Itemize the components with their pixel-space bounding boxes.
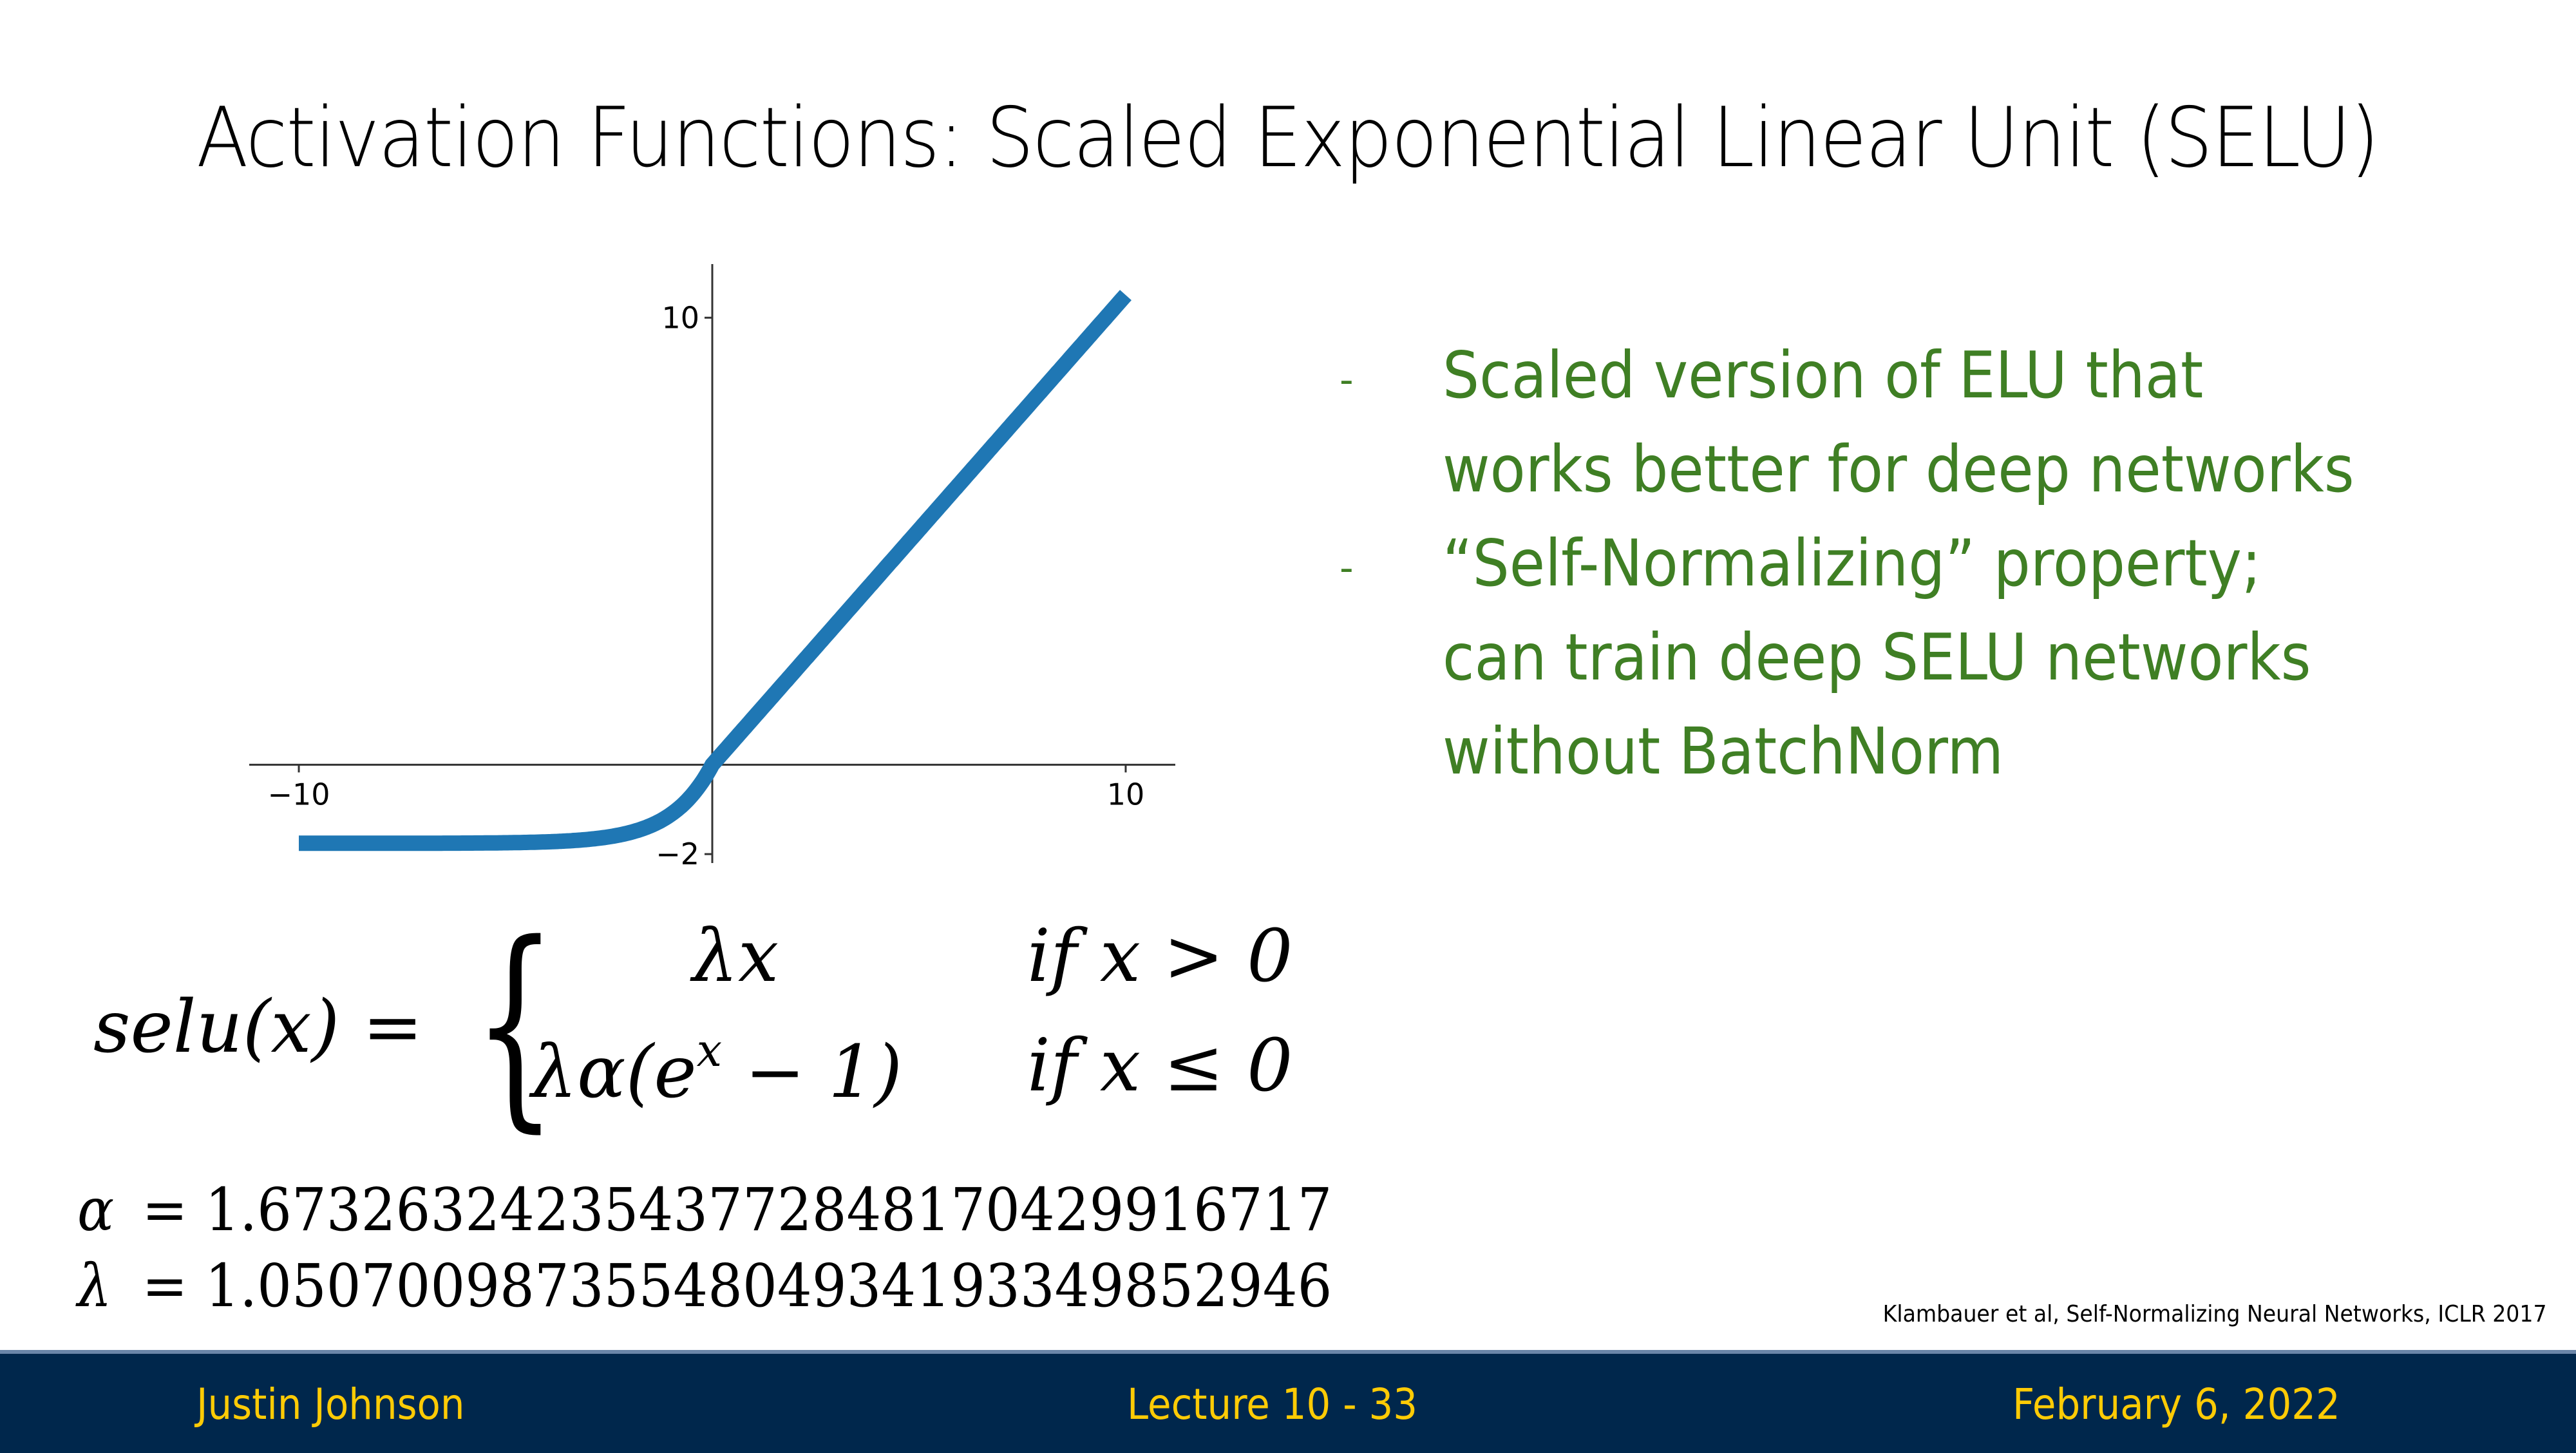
citation: Klambauer et al, Self-Normalizing Neural…	[1883, 1301, 2547, 1327]
case2-expression: λα(ex − 1)	[531, 1024, 902, 1114]
bullet-dash: -	[1340, 357, 1354, 403]
x-tick-label: 10	[1107, 777, 1145, 812]
alpha-value: 1.6732632423543772848170429916717	[205, 1175, 1332, 1244]
alpha-constant: α = 1.6732632423543772848170429916717	[77, 1172, 1332, 1248]
case2-exponent: x	[696, 1024, 723, 1077]
lambda-value: 1.0507009873554804934193349852946	[205, 1251, 1332, 1320]
bullet-item: - “Self-Normalizing” property; can train…	[1340, 517, 2550, 799]
case1-condition: if x > 0	[1027, 915, 1293, 998]
footer-author: Justin Johnson	[196, 1380, 465, 1429]
bullet-list: - Scaled version of ELU that works bette…	[1340, 328, 2550, 799]
case2-condition: if x ≤ 0	[1027, 1024, 1293, 1108]
lambda-constant: λ = 1.0507009873554804934193349852946	[77, 1248, 1332, 1324]
constants: α = 1.6732632423543772848170429916717 λ …	[77, 1172, 1441, 1324]
case2-expr-pre: λα(e	[531, 1030, 697, 1114]
equals-sign: =	[142, 1251, 188, 1320]
equals-sign: =	[142, 1175, 188, 1244]
formula-lhs: selu(x) =	[93, 985, 423, 1069]
footer-lecture: Lecture 10 - 33	[1127, 1380, 1418, 1429]
footer-bar: Justin Johnson Lecture 10 - 33 February …	[0, 1350, 2576, 1453]
alpha-symbol: α	[77, 1175, 115, 1244]
y-tick-label: 10	[661, 300, 699, 335]
lambda-symbol: λ	[77, 1251, 112, 1320]
bullet-item: - Scaled version of ELU that works bette…	[1340, 328, 2550, 517]
x-tick-label: −10	[267, 777, 330, 812]
bullet-dash: -	[1340, 546, 1354, 591]
footer-date: February 6, 2022	[2012, 1380, 2340, 1429]
case1-expression: λx	[692, 915, 779, 998]
bullet-text: “Self-Normalizing” property; can train d…	[1443, 526, 2311, 789]
bullet-text: Scaled version of ELU that works better …	[1443, 337, 2354, 507]
y-tick-label: −2	[656, 837, 699, 871]
case2-expr-post: − 1)	[722, 1030, 903, 1114]
